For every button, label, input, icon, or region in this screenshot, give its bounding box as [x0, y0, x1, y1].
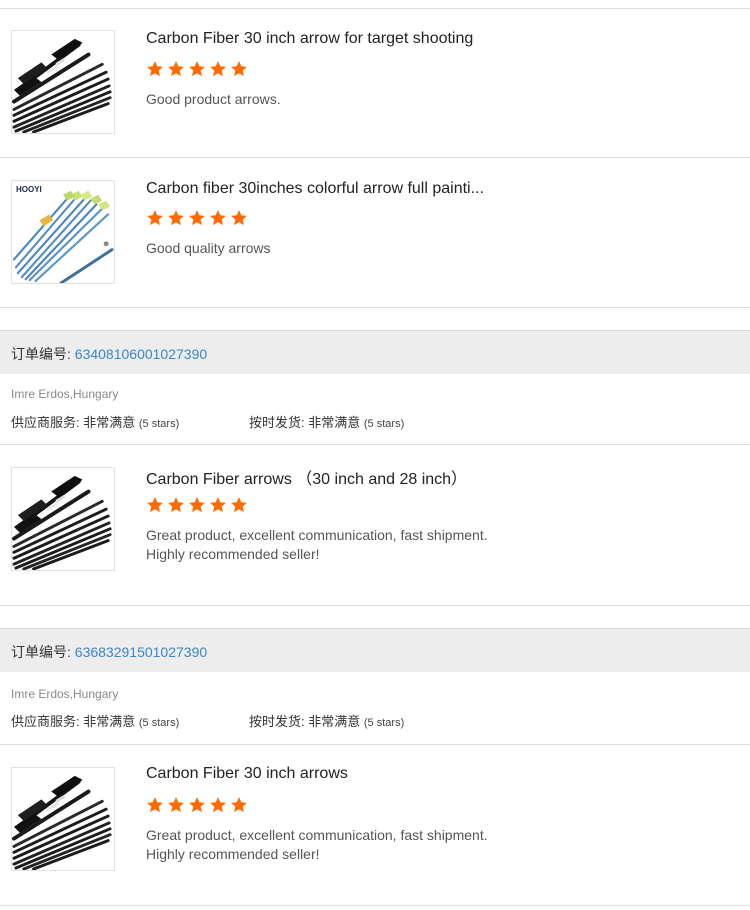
order-header: 订单编号: 63683291501027390 — [0, 628, 750, 672]
review-text: Great product, excellent communication, … — [146, 826, 566, 864]
star-rating — [146, 496, 248, 514]
shipping-label: 按时发货: — [249, 415, 305, 430]
buyer-name: Imre Erdos,Hungary — [11, 687, 119, 701]
seller-rating-row: 供应商服务: 非常满意 (5 stars) 按时发货: 非常满意 (5 star… — [11, 412, 404, 431]
order-number-row: 订单编号: 63408106001027390 — [11, 344, 207, 364]
divider — [0, 307, 750, 308]
review-text: Good product arrows. — [146, 91, 281, 107]
black-arrows-image — [12, 31, 114, 133]
product-title[interactable]: Carbon fiber 30inches colorful arrow ful… — [146, 180, 484, 198]
brand-logo: HOOYI — [16, 185, 42, 194]
blue-arrows-image — [12, 181, 114, 283]
star-icon — [209, 209, 227, 227]
order-number-link[interactable]: 63683291501027390 — [75, 644, 207, 660]
black-arrows-image — [12, 768, 114, 870]
order-number-label: 订单编号: — [11, 346, 71, 362]
product-thumbnail[interactable] — [11, 767, 115, 871]
supplier-service-label: 供应商服务: — [11, 714, 80, 729]
review-text: Great product, excellent communication, … — [146, 526, 566, 564]
star-icon — [188, 796, 206, 814]
shipping-stars: (5 stars) — [363, 717, 405, 729]
star-icon — [188, 209, 206, 227]
bottom-divider — [0, 905, 750, 906]
star-icon — [146, 209, 164, 227]
product-thumbnail[interactable] — [11, 467, 115, 571]
star-rating — [146, 209, 248, 227]
star-icon — [167, 209, 185, 227]
shipping-rating: 按时发货: 非常满意 (5 stars) — [249, 711, 404, 730]
star-icon — [230, 796, 248, 814]
product-title[interactable]: Carbon Fiber 30 inch arrow for target sh… — [146, 30, 473, 48]
order-number-row: 订单编号: 63683291501027390 — [11, 642, 207, 662]
star-icon — [167, 496, 185, 514]
supplier-service-stars: (5 stars) — [138, 418, 180, 430]
star-icon — [146, 796, 164, 814]
order-number-link[interactable]: 63408106001027390 — [75, 346, 207, 362]
supplier-service-value: 非常满意 — [83, 415, 136, 430]
star-rating — [146, 60, 248, 78]
shipping-rating: 按时发货: 非常满意 (5 stars) — [249, 412, 404, 431]
star-icon — [146, 496, 164, 514]
star-icon — [209, 60, 227, 78]
divider — [0, 157, 750, 158]
supplier-service-stars: (5 stars) — [138, 717, 180, 729]
star-icon — [188, 60, 206, 78]
divider — [0, 744, 750, 745]
star-icon — [167, 796, 185, 814]
product-thumbnail[interactable]: HOOYI — [11, 180, 115, 284]
star-rating — [146, 796, 248, 814]
review-line: Great product, excellent communication, … — [146, 527, 488, 543]
order-number-label: 订单编号: — [11, 644, 71, 660]
seller-rating-row: 供应商服务: 非常满意 (5 stars) 按时发货: 非常满意 (5 star… — [11, 711, 404, 730]
star-icon — [209, 796, 227, 814]
review-text: Good quality arrows — [146, 240, 271, 256]
shipping-stars: (5 stars) — [363, 418, 405, 430]
supplier-service-value: 非常满意 — [83, 714, 136, 729]
shipping-value: 非常满意 — [308, 415, 361, 430]
star-icon — [146, 60, 164, 78]
review-line: Highly recommended seller! — [146, 546, 320, 562]
top-divider — [0, 8, 750, 9]
star-icon — [230, 60, 248, 78]
product-title[interactable]: Carbon Fiber 30 inch arrows — [146, 765, 348, 783]
order-header: 订单编号: 63408106001027390 — [0, 330, 750, 374]
shipping-label: 按时发货: — [249, 714, 305, 729]
star-icon — [230, 209, 248, 227]
divider — [0, 444, 750, 445]
supplier-service-label: 供应商服务: — [11, 415, 80, 430]
review-line: Highly recommended seller! — [146, 846, 320, 862]
buyer-name: Imre Erdos,Hungary — [11, 387, 119, 401]
product-thumbnail[interactable] — [11, 30, 115, 134]
review-line: Great product, excellent communication, … — [146, 827, 488, 843]
black-arrows-image — [12, 468, 114, 570]
shipping-value: 非常满意 — [308, 714, 361, 729]
star-icon — [209, 496, 227, 514]
product-title[interactable]: Carbon Fiber arrows （30 inch and 28 inch… — [146, 465, 467, 489]
star-icon — [230, 496, 248, 514]
star-icon — [167, 60, 185, 78]
star-icon — [188, 496, 206, 514]
divider — [0, 605, 750, 606]
